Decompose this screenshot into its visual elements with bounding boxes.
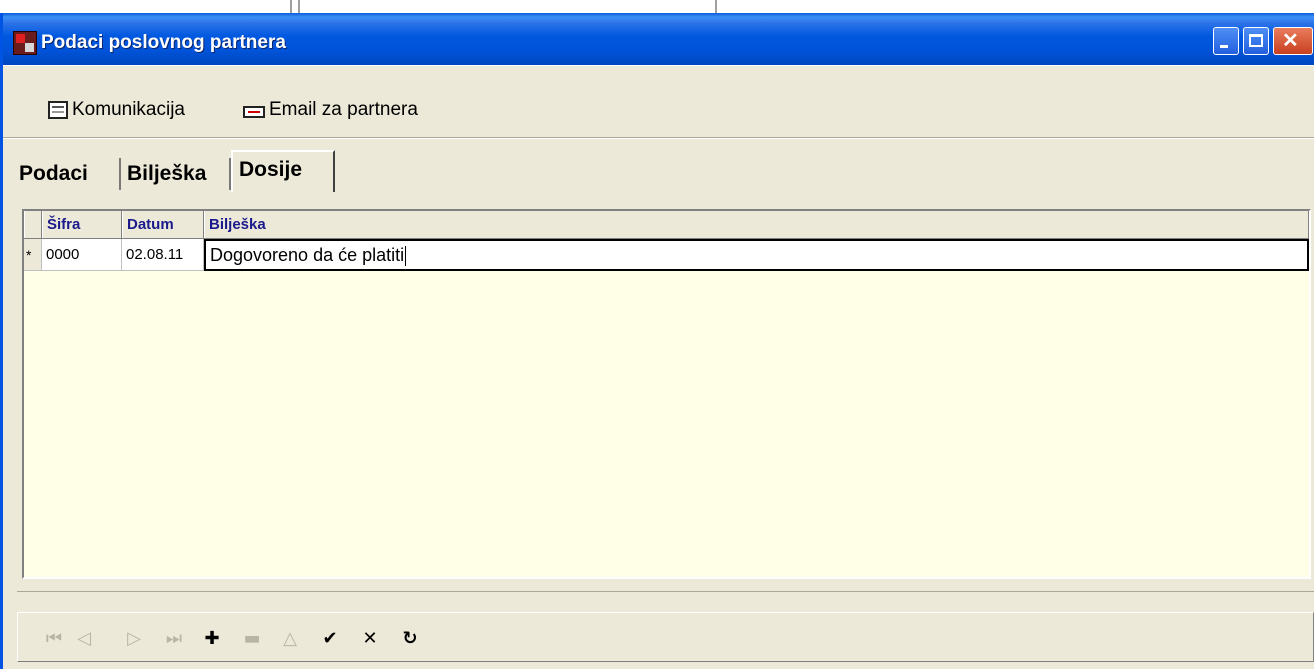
column-header-datum[interactable]: Datum [122,211,204,238]
cell-datum[interactable]: 02.08.11 [122,239,204,271]
title-bar[interactable]: Podaci poslovnog partnera ✕ [3,13,1314,65]
table-row[interactable]: * 0000 02.08.11 Dogovoreno da će platiti [24,239,1309,271]
edit-record-button[interactable]: △ [276,627,304,651]
email-label: Email za partnera [269,99,418,120]
cell-biljeska-editor[interactable]: Dogovoreno da će platiti [204,239,1309,271]
tab-biljeska[interactable]: Bilješka [121,158,231,190]
refresh-button[interactable]: ↻ [396,627,424,651]
toolbar: Komunikacija Email za partnera [3,65,1314,138]
minimize-button[interactable] [1213,27,1239,55]
background-separator [715,0,717,13]
text-caret [405,246,407,267]
dosije-grid[interactable]: Šifra Datum Bilješka * 0000 02.08.11 Dog… [22,209,1311,579]
tab-podaci[interactable]: Podaci [13,158,121,190]
background-separator [290,0,292,13]
grid-header: Šifra Datum Bilješka [24,211,1309,239]
last-record-button[interactable]: ⏭ [160,627,188,651]
calendar-icon [48,101,68,119]
toolbar-divider [3,137,1314,139]
next-record-button[interactable]: ▷ [120,627,148,651]
envelope-icon [243,105,265,118]
cell-biljeska-text: Dogovoreno da će platiti [210,245,405,265]
insert-record-button[interactable]: ✚ [198,627,226,651]
maximize-icon [1249,34,1263,47]
cell-sifra[interactable]: 0000 [42,239,122,271]
window-title: Podaci poslovnog partnera [41,32,286,53]
navigator-area: ⏮ ◁ ▷ ⏭ ✚ ▬ △ ✔ ✕ ↻ [17,591,1314,669]
minimize-icon [1220,45,1228,48]
row-indicator: * [24,239,42,271]
close-button[interactable]: ✕ [1273,27,1313,55]
background-separator [298,0,300,13]
first-record-button[interactable]: ⏮ [40,627,68,651]
column-header-biljeska[interactable]: Bilješka [204,211,1309,238]
delete-record-button[interactable]: ▬ [238,627,266,651]
column-header-sifra[interactable]: Šifra [42,211,122,238]
komunikacija-label: Komunikacija [72,99,185,120]
partner-window: Podaci poslovnog partnera ✕ Komunikacija… [0,13,1314,669]
maximize-button[interactable] [1243,27,1269,55]
background-window-strip [0,0,1314,14]
tab-dosije[interactable]: Dosije [231,150,335,192]
app-icon[interactable] [13,31,37,55]
komunikacija-button[interactable]: Komunikacija [48,98,185,122]
indicator-header [24,211,42,238]
db-navigator: ⏮ ◁ ▷ ⏭ ✚ ▬ △ ✔ ✕ ↻ [17,612,1314,662]
prior-record-button[interactable]: ◁ [70,627,98,651]
email-partner-button[interactable]: Email za partnera [243,98,418,122]
post-record-button[interactable]: ✔ [316,627,344,651]
close-icon: ✕ [1282,30,1299,52]
cancel-record-button[interactable]: ✕ [356,627,384,651]
